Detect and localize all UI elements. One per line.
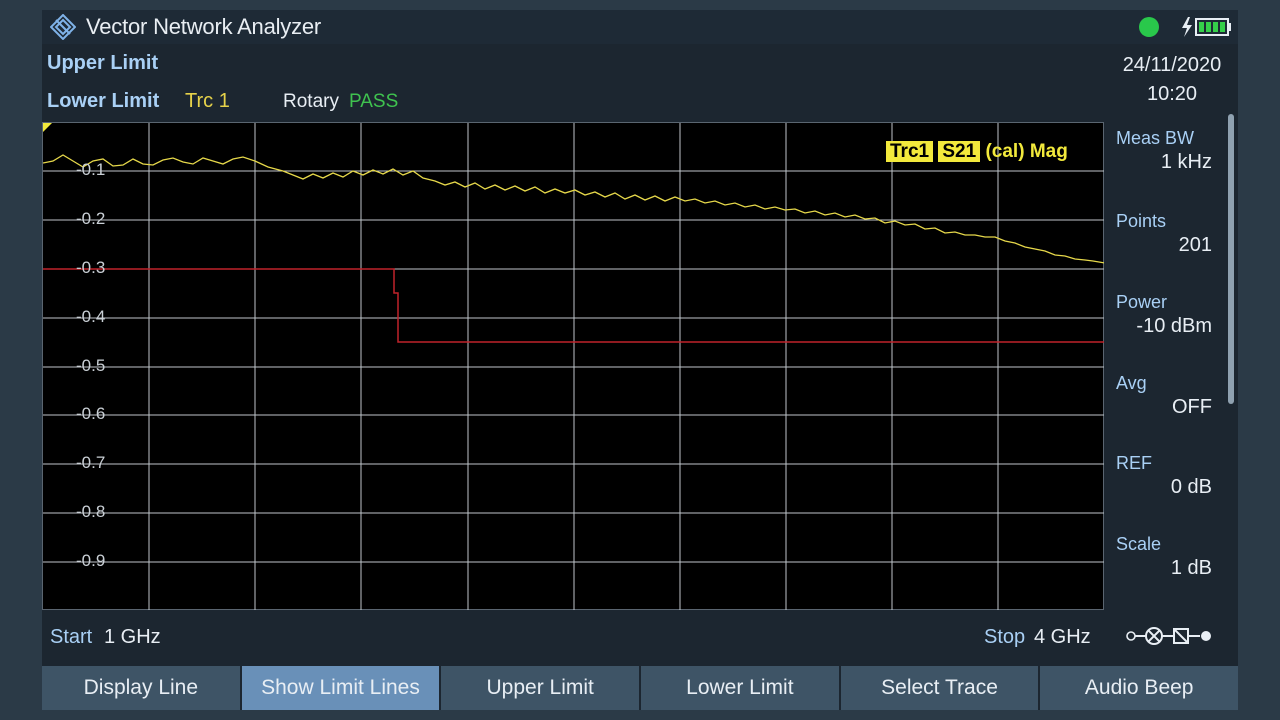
lower-limit-label: Lower Limit <box>47 90 160 112</box>
plot-canvas <box>43 123 1105 611</box>
softkey-lower-limit[interactable]: Lower Limit <box>641 666 839 710</box>
measurement-plot[interactable] <box>42 122 1105 611</box>
y-tick-label: -0.5 <box>76 356 106 375</box>
softkey-show-limit-lines[interactable]: Show Limit Lines <box>241 666 440 710</box>
y-tick-label: -0.2 <box>76 209 106 228</box>
sidebar-item-label: Scale <box>1116 534 1162 554</box>
limit-pass-status: PASS <box>349 91 399 112</box>
date-display: 24/11/2020 <box>1122 54 1222 76</box>
sidebar-scrollbar[interactable] <box>1228 114 1234 404</box>
y-tick-label: -0.6 <box>76 404 106 423</box>
sidebar-item-value: 1 dB <box>1170 557 1212 579</box>
y-tick-label: -0.3 <box>76 258 106 277</box>
sidebar-item-label: Meas BW <box>1116 128 1195 148</box>
start-frequency[interactable]: 1 GHz <box>104 626 161 649</box>
trace-format: (cal) Mag <box>985 141 1068 162</box>
y-tick-label: -0.8 <box>76 502 106 521</box>
sidebar-item-label: Power <box>1116 292 1168 312</box>
sidebar-item-scale[interactable]: Scale 1 dB <box>1116 534 1212 580</box>
y-tick-label: -0.1 <box>76 160 106 179</box>
trace-name-box: Trc1 <box>886 141 934 162</box>
battery-charging-icon <box>1182 17 1231 37</box>
sidebar-item-label: REF <box>1116 453 1152 473</box>
app-title: Vector Network Analyzer <box>86 14 322 39</box>
rohde-diamond-icon <box>50 14 76 40</box>
sidebar-item-value: 1 kHz <box>1160 151 1212 173</box>
port-connection-icon[interactable] <box>1124 622 1220 650</box>
sidebar-item-label: Avg <box>1116 373 1147 393</box>
trace-param-box: S21 <box>938 141 981 162</box>
softkey-audio-beep[interactable]: Audio Beep <box>1040 666 1239 710</box>
stop-label: Stop <box>984 626 1026 648</box>
softkey-upper-limit[interactable]: Upper Limit <box>441 666 640 710</box>
softkey-bar: Display Line Show Limit Lines Upper Limi… <box>42 666 1239 710</box>
sidebar-item-points[interactable]: Points 201 <box>1116 211 1212 257</box>
sidebar-item-label: Points <box>1116 211 1167 231</box>
y-tick-label: -0.9 <box>76 551 106 570</box>
status-led-icon <box>1139 17 1159 37</box>
ref-marker-icon <box>43 123 52 132</box>
sidebar-item-avg[interactable]: Avg OFF <box>1116 373 1212 419</box>
stop-frequency[interactable]: 4 GHz <box>1034 626 1091 649</box>
time-display: 10:20 <box>1146 83 1198 105</box>
sidebar-item-value: 201 <box>1178 234 1212 256</box>
sidebar-item-meas-bw[interactable]: Meas BW 1 kHz <box>1116 128 1212 174</box>
sidebar-item-value: 0 dB <box>1170 476 1212 498</box>
upper-limit-label: Upper Limit <box>47 52 159 74</box>
y-tick-label: -0.4 <box>76 307 106 326</box>
softkey-display-line[interactable]: Display Line <box>42 666 240 710</box>
rotary-label: Rotary <box>283 91 339 112</box>
grid <box>43 123 1105 611</box>
frequency-footer <box>42 610 1104 666</box>
sidebar-item-power[interactable]: Power -10 dBm <box>1116 292 1212 338</box>
softkey-select-trace[interactable]: Select Trace <box>840 666 1039 710</box>
trace-indicator: Trc 1 <box>185 90 230 112</box>
y-tick-label: -0.7 <box>76 453 106 472</box>
sidebar-item-ref[interactable]: REF 0 dB <box>1116 453 1212 499</box>
app-window: Vector Network Analyzer Upper Limit Lowe… <box>42 10 1239 710</box>
title-bar: Vector Network Analyzer <box>42 10 1238 44</box>
start-label: Start <box>50 626 93 648</box>
trace-label[interactable]: Trc1 S21 (cal) Mag <box>886 141 1068 163</box>
sidebar-item-value: OFF <box>1172 396 1212 418</box>
sidebar-item-value: -10 dBm <box>1136 315 1212 337</box>
